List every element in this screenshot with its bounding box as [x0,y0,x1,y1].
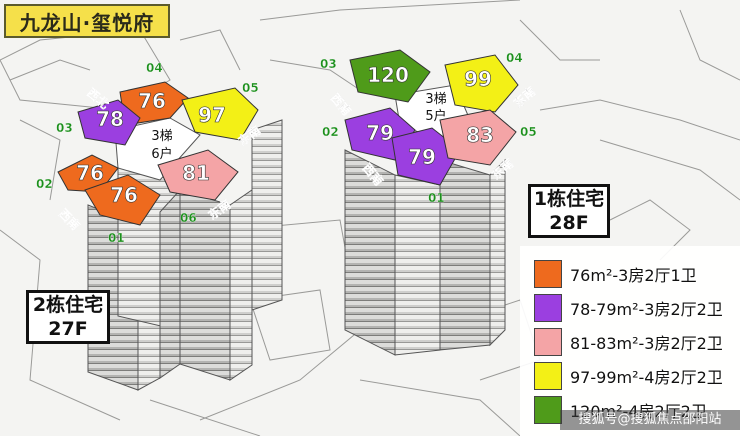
b2-unit-03-area: 78 [96,107,124,131]
legend-swatch [534,328,562,356]
b1-unit-id-04: 04 [506,51,523,65]
b2-unit-id-01: 01 [108,231,125,245]
building-2-label: 2栋住宅 27F [26,290,110,344]
b2-core-elevators: 3梯 [151,129,172,144]
b2-unit-id-05: 05 [242,81,259,95]
legend-label: 78-79m²-3房2厅2卫 [570,300,723,319]
watermark: 搜狐号@搜狐焦点邵阳站 [560,410,740,430]
building-1-floors: 28F [549,212,589,234]
project-title-box: 九龙山·玺悦府 [4,4,170,38]
b1-unit-id-01: 01 [428,191,445,205]
b2-unit-04-area: 76 [138,89,166,113]
b1-unit-id-02: 02 [322,125,339,139]
b1-unit-03-area: 120 [367,63,409,87]
building-2-name: 2栋住宅 [32,294,104,316]
b1-unit-id-05: 05 [520,125,537,139]
b2-unit-01-area: 76 [110,183,138,207]
b2-unit-id-04: 04 [146,61,163,75]
legend-swatch [534,260,562,288]
unit-type-legend: 76m²-3房2厅1卫 78-79m²-3房2厅2卫 81-83m²-3房2厅2… [520,246,740,436]
legend-label: 81-83m²-3房2厅2卫 [570,334,723,353]
b2-core-units: 6户 [151,146,172,162]
building-2-floors: 27F [48,318,88,340]
legend-swatch [534,294,562,322]
legend-swatch [534,396,562,424]
b1-unit-02-area: 79 [366,121,394,145]
b2-unit-id-02: 02 [36,177,53,191]
legend-item: 76m²-3房2厅1卫 [534,260,697,288]
building-1-label: 1栋住宅 28F [528,184,610,238]
b2-dir-west-south: 西南 [56,206,84,234]
b1-unit-01-area: 79 [408,145,436,169]
legend-label: 97-99m²-4房2厅2卫 [570,368,723,387]
b2-unit-id-06: 06 [180,211,197,225]
legend-item: 78-79m²-3房2厅2卫 [534,294,723,322]
legend-item: 81-83m²-3房2厅2卫 [534,328,723,356]
legend-label: 76m²-3房2厅1卫 [570,266,697,285]
b2-unit-06-area: 81 [182,161,210,185]
b2-unit-02-area: 76 [76,161,104,185]
building-1-name: 1栋住宅 [533,188,605,210]
b1-unit-05-area: 83 [466,123,494,147]
b2-unit-05-area: 97 [198,103,226,127]
floor-plan-stage: 76 97 78 76 76 81 120 99 79 79 83 3梯 6户 … [0,0,740,436]
project-title: 九龙山·玺悦府 [19,10,155,35]
b1-unit-04-area: 99 [464,67,492,91]
b1-core-units: 5户 [425,108,446,124]
legend-item: 97-99m²-4房2厅2卫 [534,362,723,390]
b1-dir-west-south-a: 西南 [328,90,355,118]
b1-unit-id-03: 03 [320,57,337,71]
b2-unit-id-03: 03 [56,121,73,135]
b1-core-elevators: 3梯 [425,92,446,107]
legend-swatch [534,362,562,390]
